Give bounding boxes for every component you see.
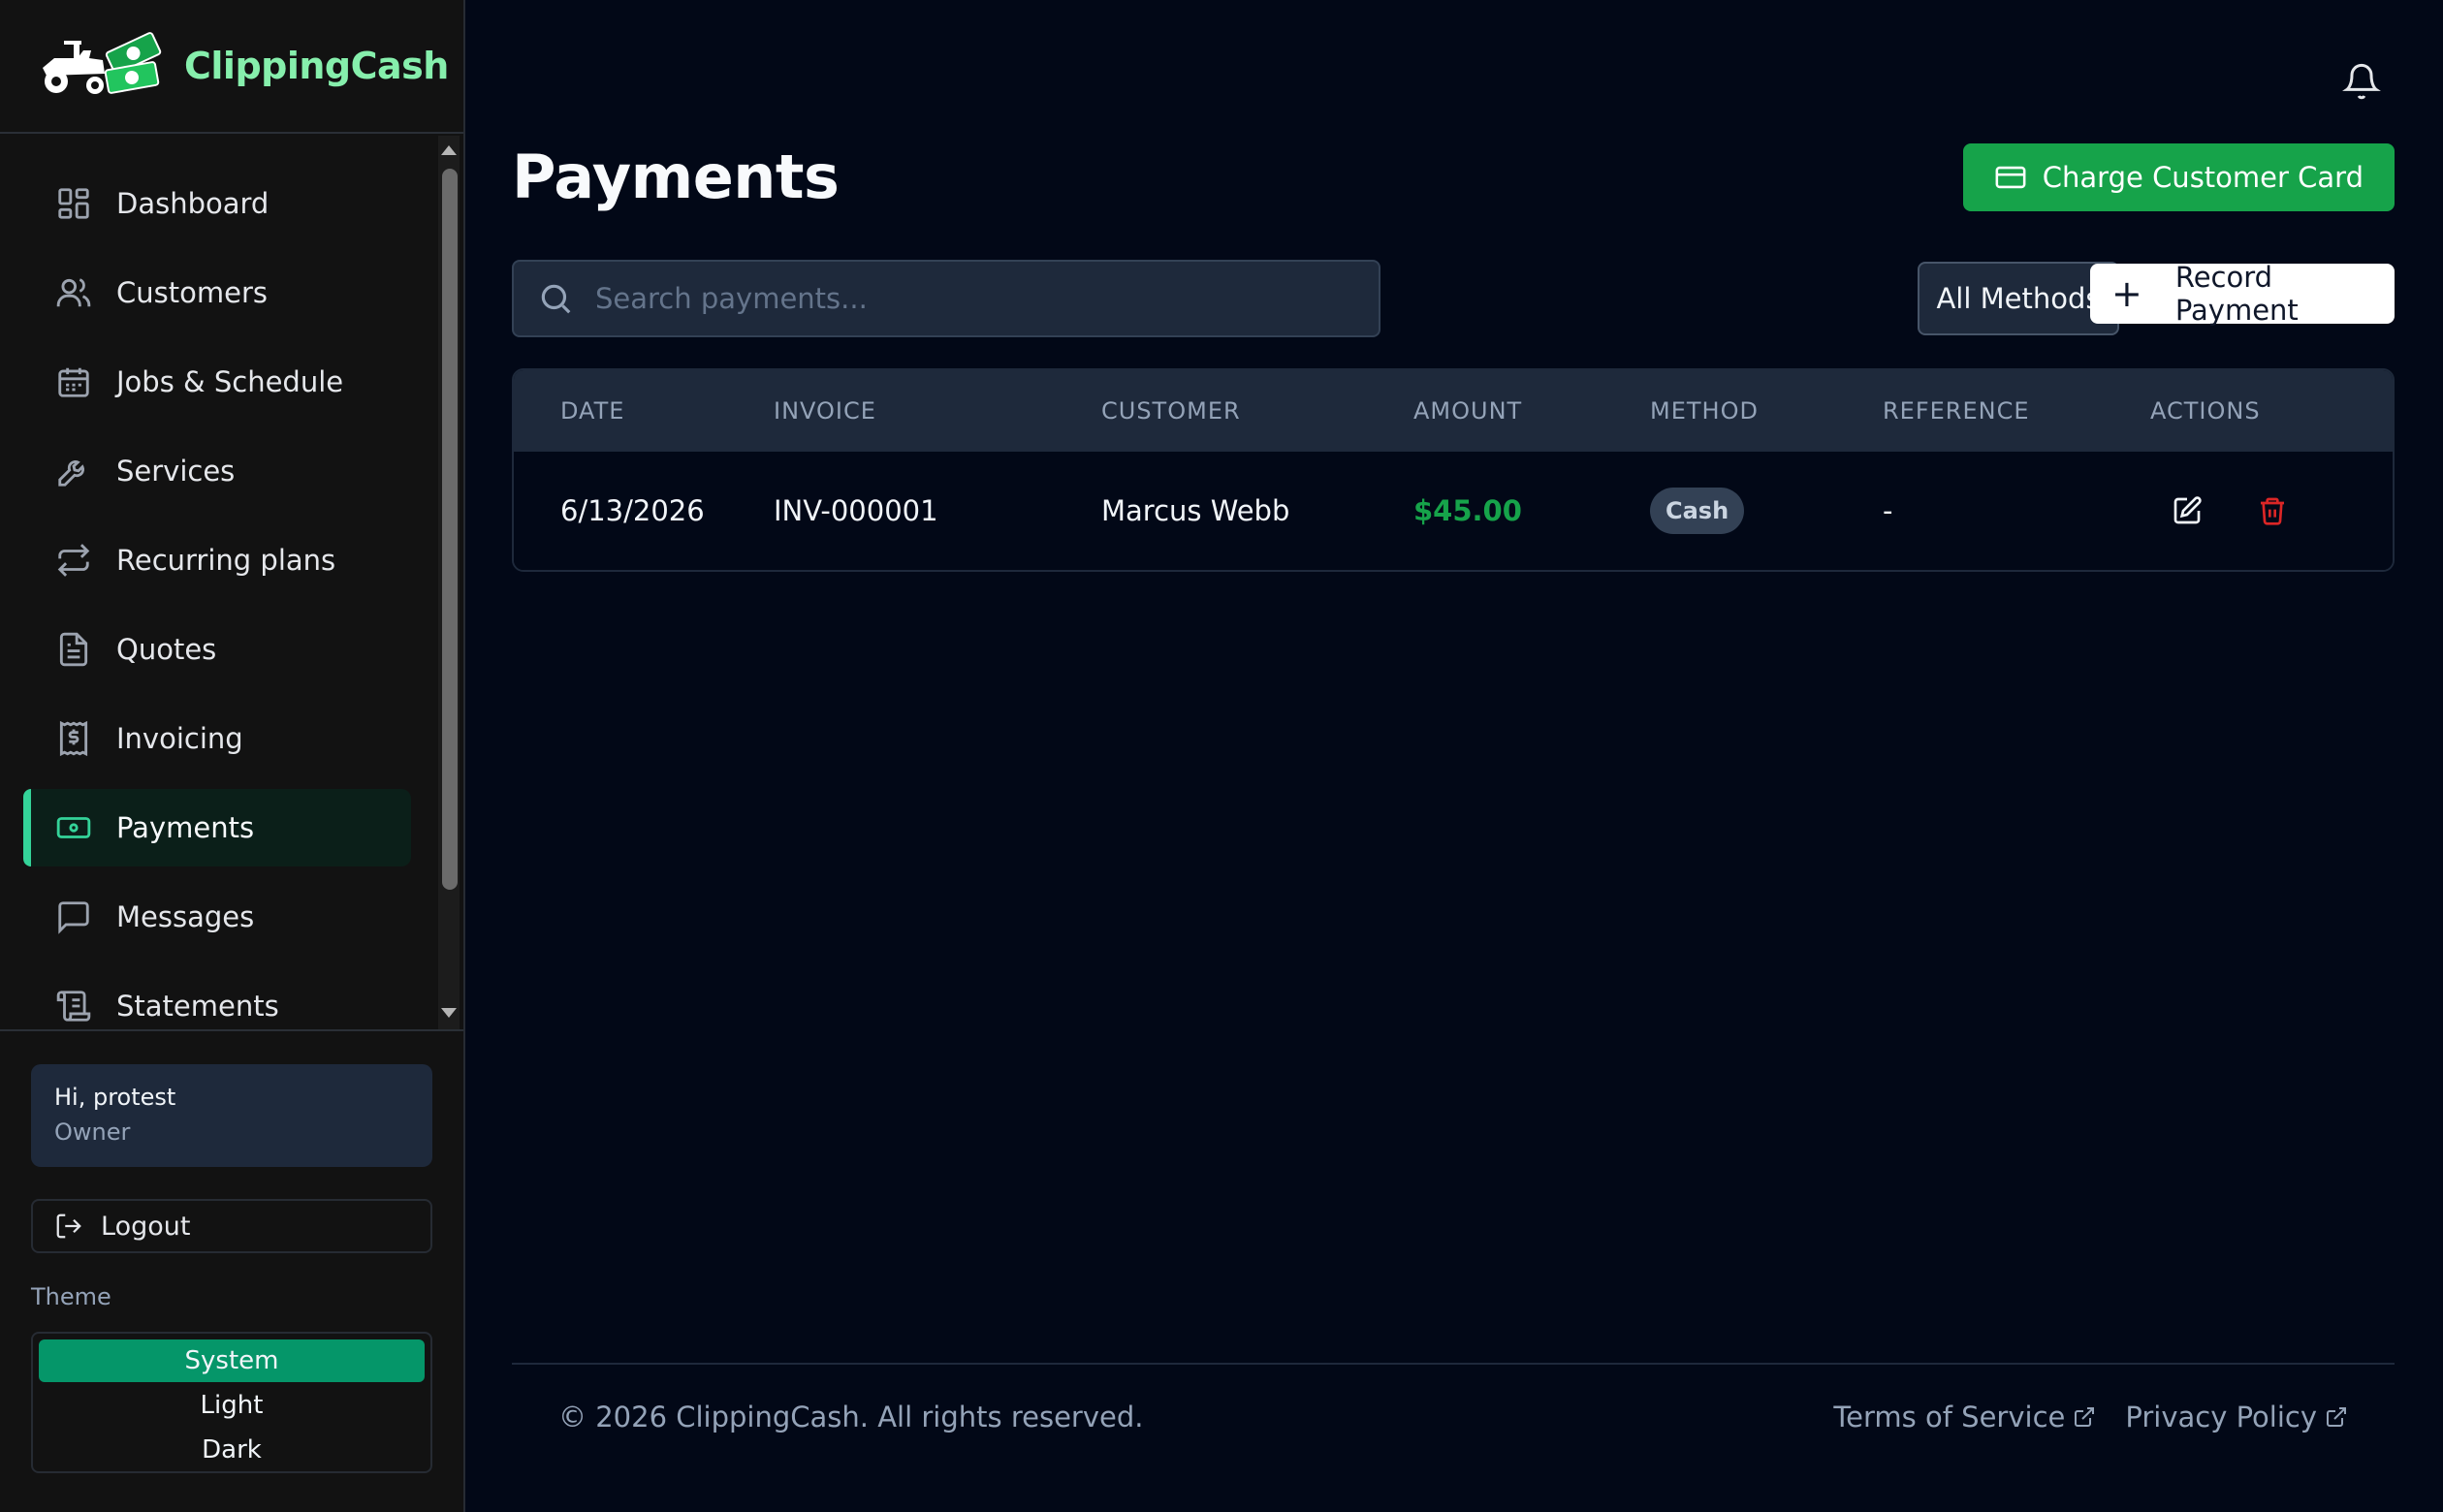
search-input[interactable] — [595, 282, 1351, 315]
table-row: 6/13/2026 INV-000001 Marcus Webb $45.00 … — [514, 452, 2393, 570]
theme-selector: System Light Dark — [31, 1332, 432, 1473]
privacy-policy-link[interactable]: Privacy Policy — [2125, 1401, 2348, 1433]
sidebar-item-label: Recurring plans — [116, 544, 336, 577]
method-filter-select[interactable]: All Methods — [1918, 262, 2119, 335]
record-payment-button[interactable]: + Record Payment — [2090, 261, 2395, 327]
credit-card-icon — [1995, 166, 2026, 189]
sidebar-item-dashboard[interactable]: Dashboard — [23, 165, 411, 242]
sidebar-item-label: Services — [116, 455, 236, 488]
column-header-customer: Customer — [1101, 397, 1241, 425]
sidebar-item-recurring-plans[interactable]: Recurring plans — [23, 521, 411, 599]
trash-icon[interactable] — [2257, 495, 2288, 526]
user-card: Hi, protest Owner — [31, 1064, 432, 1167]
cell-reference: - — [1883, 494, 1893, 527]
external-link-icon — [2327, 1407, 2346, 1427]
sidebar-item-label: Customers — [116, 276, 268, 309]
external-link-icon — [2075, 1407, 2095, 1427]
theme-option-light[interactable]: Light — [39, 1384, 425, 1427]
scrollbar-thumb[interactable] — [442, 169, 458, 890]
receipt-icon — [54, 719, 93, 758]
sidebar-item-label: Jobs & Schedule — [116, 365, 344, 398]
sidebar-item-label: Invoicing — [116, 722, 243, 755]
wrench-icon — [54, 452, 93, 490]
column-header-date: Date — [560, 397, 625, 425]
cell-amount: $45.00 — [1413, 494, 1522, 527]
column-header-reference: Reference — [1883, 397, 2030, 425]
message-icon — [54, 898, 93, 936]
cell-method: Cash — [1603, 488, 1836, 534]
theme-option-system[interactable]: System — [39, 1339, 425, 1382]
logout-button[interactable]: Logout — [31, 1199, 432, 1253]
sidebar: ClippingCash Dashboard Customers Jobs & … — [0, 0, 465, 1512]
terms-of-service-link[interactable]: Terms of Service — [1833, 1401, 2096, 1433]
plus-icon: + — [2111, 272, 2142, 315]
charge-customer-card-button[interactable]: Charge Customer Card — [1962, 143, 2395, 211]
sidebar-item-payments[interactable]: Payments — [23, 789, 411, 866]
search-box — [512, 260, 1380, 337]
terms-label: Terms of Service — [1833, 1401, 2066, 1433]
column-header-method: Method — [1650, 397, 1759, 425]
footer-links: Terms of Service Privacy Policy — [1833, 1401, 2348, 1433]
repeat-icon — [54, 541, 93, 580]
sidebar-item-customers[interactable]: Customers — [23, 254, 411, 331]
brand-name: ClippingCash — [184, 45, 449, 87]
sidebar-item-label: Payments — [116, 811, 255, 844]
sidebar-item-label: Quotes — [116, 633, 217, 666]
logout-label: Logout — [101, 1211, 191, 1242]
sidebar-item-invoicing[interactable]: Invoicing — [23, 700, 411, 777]
calendar-icon — [54, 362, 93, 401]
user-greeting: Hi, protest — [54, 1084, 176, 1111]
table-header: Date Invoice Customer Amount Method Refe… — [514, 370, 2393, 452]
scroll-down-arrow-icon[interactable] — [441, 1008, 457, 1018]
sidebar-nav-scroll-area: Dashboard Customers Jobs & Schedule Serv… — [0, 136, 463, 1031]
cell-invoice: INV-000001 — [774, 494, 938, 527]
theme-label: Theme — [31, 1283, 111, 1310]
brand[interactable]: ClippingCash — [0, 0, 463, 134]
sidebar-item-messages[interactable]: Messages — [23, 878, 411, 956]
scroll-up-arrow-icon[interactable] — [441, 145, 457, 155]
edit-icon[interactable] — [2172, 495, 2203, 526]
copyright-text: © 2026 ClippingCash. All rights reserved… — [558, 1401, 1144, 1433]
lawnmower-cash-logo-icon — [43, 32, 162, 94]
sidebar-item-statements[interactable]: Statements — [23, 967, 411, 1029]
document-icon — [54, 630, 93, 669]
users-icon — [54, 273, 93, 312]
charge-button-label: Charge Customer Card — [2042, 161, 2364, 194]
sidebar-item-label: Statements — [116, 990, 279, 1023]
sidebar-item-label: Messages — [116, 900, 255, 933]
cell-customer: Marcus Webb — [1101, 494, 1290, 527]
user-role: Owner — [54, 1118, 131, 1146]
sidebar-item-label: Dashboard — [116, 187, 270, 220]
cell-date: 6/13/2026 — [560, 494, 705, 527]
bell-icon[interactable] — [2342, 62, 2381, 101]
record-button-label: Record Payment — [2174, 261, 2299, 327]
banknote-icon — [54, 808, 93, 847]
column-header-amount: Amount — [1413, 397, 1523, 425]
scroll-icon — [54, 987, 93, 1025]
page-title: Payments — [512, 142, 840, 212]
sidebar-nav: Dashboard Customers Jobs & Schedule Serv… — [0, 136, 463, 1029]
logout-icon — [56, 1213, 81, 1239]
sidebar-item-quotes[interactable]: Quotes — [23, 611, 411, 688]
cell-actions — [2104, 495, 2393, 526]
row-actions — [2150, 495, 2393, 526]
sidebar-scrollbar[interactable] — [438, 136, 460, 1029]
sidebar-item-jobs-schedule[interactable]: Jobs & Schedule — [23, 343, 411, 421]
method-badge: Cash — [1650, 488, 1745, 534]
column-header-actions: Actions — [2150, 397, 2261, 425]
app-root: ClippingCash Dashboard Customers Jobs & … — [0, 0, 2443, 1512]
payments-table: Date Invoice Customer Amount Method Refe… — [512, 368, 2395, 572]
dashboard-icon — [54, 184, 93, 223]
main-content: Payments Charge Customer Card All Method… — [465, 0, 2443, 1512]
theme-option-dark[interactable]: Dark — [39, 1429, 425, 1471]
privacy-label: Privacy Policy — [2125, 1401, 2317, 1433]
sidebar-item-services[interactable]: Services — [23, 432, 411, 510]
column-header-invoice: Invoice — [774, 397, 876, 425]
footer: © 2026 ClippingCash. All rights reserved… — [512, 1363, 2395, 1469]
search-icon — [541, 284, 571, 314]
